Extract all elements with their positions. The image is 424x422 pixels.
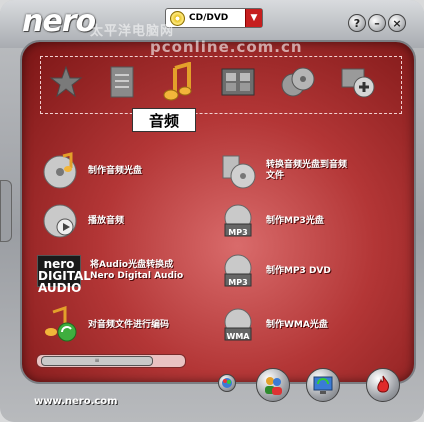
nero-website-link[interactable]: www.nero.com [34,396,118,407]
task-label: 转换音频光盘到音频 文件 [266,160,348,181]
nero-logo: nero [22,4,96,39]
color-options-button[interactable] [218,374,236,392]
documents-icon[interactable] [104,64,140,100]
help-button[interactable]: ? [348,14,366,32]
main-panel: 音频 制作音频光盘 转换音频光盘到音频 文件 播放音频 MP3 制作MP3光盘 … [20,40,416,384]
encode-audio-icon [40,306,80,344]
selected-category-label: 音频 [132,108,196,132]
play-audio-icon [40,202,80,240]
task-label: 制作WMA光盘 [266,319,328,330]
disc-type-select[interactable]: CD/DVD ▼ [165,8,263,28]
task-label: 对音频文件进行编码 [88,319,170,330]
nero-digital-audio-icon: nero DIGITAL AUDIO [36,252,91,295]
favorites-star-icon[interactable] [48,64,84,100]
task-make-mp3-dvd[interactable]: MP3 制作MP3 DVD [218,252,331,290]
convert-audio-icon [218,152,258,190]
users-button[interactable] [256,368,290,402]
task-convert-audio-disc[interactable]: 转换音频光盘到音频 文件 [218,152,347,190]
audio-disc-icon [40,152,80,190]
mp3-badge-label: MP3 [228,227,248,237]
task-label: 制作音频光盘 [88,165,143,176]
users-icon [265,377,282,395]
watermark-text: 太平洋电脑网 [90,24,175,39]
flame-icon [377,375,389,393]
screen-refresh-icon [313,376,333,394]
audio-note-icon[interactable] [162,62,198,101]
task-convert-nero-digital[interactable]: nero DIGITAL AUDIO 将Audio光盘转换成 Nero Digi… [36,252,184,295]
extras-plus-icon[interactable] [340,64,376,100]
backup-button[interactable] [306,368,340,402]
task-label: 制作MP3 DVD [266,265,331,276]
chevron-down-icon[interactable]: ▼ [245,9,262,27]
task-make-wma-disc[interactable]: WMA 制作WMA光盘 [218,306,328,344]
scrollbar-thumb[interactable]: ≡ [41,356,153,366]
video-film-icon[interactable] [220,64,256,100]
palette-icon [222,378,232,388]
watermark-url: pconline.com.cn [150,38,303,56]
task-make-mp3-disc[interactable]: MP3 制作MP3光盘 [218,202,324,240]
task-scrollbar[interactable]: ≡ [36,354,186,368]
wma-disc-icon: WMA [218,306,258,344]
minimize-button[interactable]: – [368,14,386,32]
task-encode-audio[interactable]: 对音频文件进行编码 [40,306,169,344]
copy-discs-icon[interactable] [280,64,316,100]
close-button[interactable]: × [388,14,406,32]
mp3-badge-label: MP3 [228,277,248,287]
task-label: 播放音频 [88,215,125,226]
side-expand-tab[interactable] [0,180,12,242]
disc-type-label: CD/DVD [189,13,229,23]
task-make-audio-disc[interactable]: 制作音频光盘 [40,152,142,190]
task-label: 制作MP3光盘 [266,215,324,226]
nero-startsmart-window: nero CD/DVD ▼ ? – × 音频 制作音频光盘 转换音频光盘到音频 … [0,0,424,422]
nero-digital-audio-logo: nero DIGITAL AUDIO [37,255,91,295]
task-label: 将Audio光盘转换成 Nero Digital Audio [90,260,184,281]
mp3-disc-icon: MP3 [218,202,258,240]
wma-badge-label: WMA [226,331,250,341]
nero-burning-rom-button[interactable] [366,368,400,402]
mp3-dvd-icon: MP3 [218,252,258,290]
task-play-audio[interactable]: 播放音频 [40,202,124,240]
